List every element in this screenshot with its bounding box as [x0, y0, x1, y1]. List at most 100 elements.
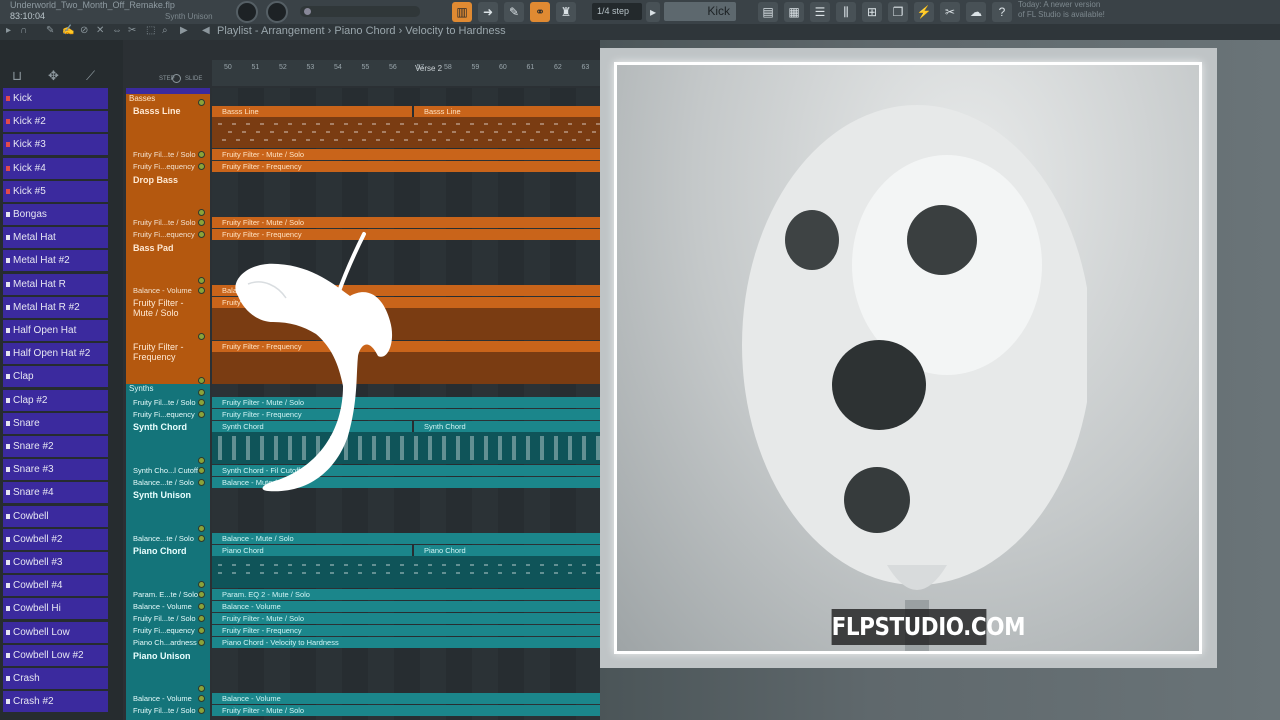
channel-button[interactable]: Kick: [3, 88, 108, 109]
play-icon[interactable]: ▶: [180, 25, 188, 36]
piano-roll-snap-icon[interactable]: ▥: [452, 2, 472, 22]
lane-dot[interactable]: [198, 457, 205, 464]
clip-ff-freq-1[interactable]: Fruity Filter - Frequency: [212, 161, 612, 172]
channel-button[interactable]: Clap: [3, 366, 108, 388]
clip-ff-mute-6[interactable]: Fruity Filter - Mute / Solo: [212, 705, 612, 716]
track-basss-line[interactable]: Basss Line: [133, 106, 181, 116]
lane-ff-solo-2[interactable]: Fruity Fil...te / Solo: [133, 218, 196, 227]
clip-balance-mute-2[interactable]: Balance - Mute / Solo: [212, 533, 612, 544]
channel-button[interactable]: Metal Hat R: [3, 273, 108, 295]
track-ff-frequency[interactable]: Fruity Filter - Frequency: [133, 342, 197, 362]
channel-button[interactable]: Cowbell Low: [3, 621, 108, 643]
lane-dot[interactable]: [198, 581, 205, 588]
clip-ff-mute-1[interactable]: Fruity Filter - Mute / Solo: [212, 149, 612, 160]
lane-dot[interactable]: [198, 479, 205, 486]
channel-button[interactable]: Cowbell #3: [3, 552, 108, 573]
channel-button[interactable]: Metal Hat R #2: [3, 296, 108, 318]
channel-button[interactable]: Kick #3: [3, 134, 108, 156]
lane-balance-volume-3[interactable]: Balance - Volume: [133, 694, 192, 703]
lane-dot[interactable]: [198, 151, 205, 158]
clip-balance-volume-3[interactable]: Balance - Volume: [212, 693, 612, 704]
tools-icon[interactable]: ✂: [940, 2, 960, 22]
lane-dot[interactable]: [198, 163, 205, 170]
lane-ff-solo-1[interactable]: Fruity Fil...te / Solo: [133, 150, 196, 159]
lane-dot[interactable]: [198, 627, 205, 634]
channel-button[interactable]: Snare #3: [3, 459, 108, 481]
magnet-icon[interactable]: ∩: [20, 25, 27, 36]
clip-piano-hardness[interactable]: Piano Chord - Velocity to Hardness: [212, 637, 612, 648]
lane-dot[interactable]: [198, 219, 205, 226]
pencil-icon[interactable]: ✎: [46, 25, 54, 36]
lane-dot[interactable]: [198, 333, 205, 340]
master-pitch-knob[interactable]: [266, 1, 288, 23]
channel-button[interactable]: Snare: [3, 412, 108, 434]
lane-dot[interactable]: [198, 639, 205, 646]
lane-dot[interactable]: [198, 591, 205, 598]
lane-dot[interactable]: [198, 525, 205, 532]
brush-icon[interactable]: ✍: [62, 25, 74, 36]
zoom-icon[interactable]: ⌕: [162, 25, 168, 36]
channel-button[interactable]: Clap #2: [3, 389, 108, 411]
lane-param-eq[interactable]: Param. E...te / Solo: [133, 590, 198, 599]
pattern-select[interactable]: Kick: [664, 2, 736, 21]
lane-ff-freq-1[interactable]: Fruity Fi...equency: [133, 162, 195, 171]
lane-dot[interactable]: [198, 287, 205, 294]
slice-icon[interactable]: ✂: [128, 25, 136, 36]
mute-icon[interactable]: ✕: [96, 25, 104, 36]
channel-button[interactable]: Kick #4: [3, 157, 108, 179]
clip-piano-chord-2[interactable]: Piano Chord: [414, 545, 612, 556]
slide-icon[interactable]: ⟋: [86, 68, 95, 84]
link-icon[interactable]: ⚭: [530, 2, 550, 22]
clip-basss-line-2[interactable]: Basss Line: [414, 106, 612, 117]
lane-dot[interactable]: [198, 535, 205, 542]
snap-select[interactable]: 1/4 step: [592, 3, 642, 20]
lane-dot[interactable]: [198, 209, 205, 216]
channel-button[interactable]: Kick #2: [3, 111, 108, 133]
channel-button[interactable]: Metal Hat: [3, 227, 108, 249]
piano-roll-icon[interactable]: ▦: [784, 2, 804, 22]
lane-piano-hardness[interactable]: Piano Ch...ardness: [133, 638, 197, 647]
lane-ff-freq-4[interactable]: Fruity Fi...equency: [133, 626, 195, 635]
draw-tool-icon[interactable]: ✎: [504, 2, 524, 22]
lane-dot[interactable]: [198, 399, 205, 406]
lane-dot[interactable]: [198, 685, 205, 692]
lane-balance-solo-1[interactable]: Balance...te / Solo: [133, 478, 194, 487]
channel-button[interactable]: Crash #2: [3, 691, 108, 713]
timeline-ruler[interactable]: 50 51 52 53 54 55 56 57 58 59 60 61 62 63 Verse 2: [212, 60, 612, 86]
piano-icon[interactable]: ⊔: [12, 68, 22, 84]
marker-verse[interactable]: Verse 2: [415, 64, 442, 73]
lane-ff-freq-2[interactable]: Fruity Fi...equency: [133, 230, 195, 239]
select-icon[interactable]: ⬚: [146, 25, 155, 36]
lane-dot[interactable]: [198, 377, 205, 384]
lane-dot[interactable]: [198, 603, 205, 610]
clip-ff-freq-5[interactable]: Fruity Filter - Frequency: [212, 625, 612, 636]
track-piano-unison[interactable]: Piano Unison: [133, 651, 191, 661]
channel-rack-icon[interactable]: ☰: [810, 2, 830, 22]
clip-basss-line-body[interactable]: [212, 117, 612, 148]
track-bass-pad[interactable]: Bass Pad: [133, 243, 174, 253]
news-panel[interactable]: Today: A newer version of FL Studio is a…: [1018, 0, 1105, 20]
clip-synth-chord-2[interactable]: Synth Chord: [414, 421, 612, 432]
clip-basss-line-1[interactable]: Basss Line: [212, 106, 412, 117]
clip-piano-chord-body[interactable]: [212, 556, 612, 588]
lane-dot[interactable]: [198, 277, 205, 284]
channel-button[interactable]: Cowbell: [3, 505, 108, 527]
clip-balance-volume-2[interactable]: Balance - Volume: [212, 601, 612, 612]
lane-dot[interactable]: [198, 389, 205, 396]
channel-button[interactable]: Cowbell Low #2: [3, 644, 108, 666]
help-icon[interactable]: ?: [992, 2, 1012, 22]
channel-button[interactable]: Half Open Hat #2: [3, 343, 108, 365]
track-ff-mute-solo[interactable]: Fruity Filter - Mute / Solo: [133, 298, 197, 318]
track-piano-chord[interactable]: Piano Chord: [133, 546, 187, 556]
plugin-icon[interactable]: ⊞: [862, 2, 882, 22]
pattern-arrow-icon[interactable]: ▸: [646, 2, 660, 22]
lane-dot[interactable]: [198, 615, 205, 622]
cloud-icon[interactable]: ☁: [966, 2, 986, 22]
arrows-icon[interactable]: ✥: [48, 68, 59, 84]
lane-balance-volume-1[interactable]: Balance - Volume: [133, 286, 192, 295]
lane-balance-volume-2[interactable]: Balance - Volume: [133, 602, 192, 611]
master-volume-knob[interactable]: [236, 1, 258, 23]
lane-dot[interactable]: [198, 99, 205, 106]
lane-ff-solo-4[interactable]: Fruity Fil...te / Solo: [133, 614, 196, 623]
channel-button[interactable]: Cowbell #4: [3, 575, 108, 597]
